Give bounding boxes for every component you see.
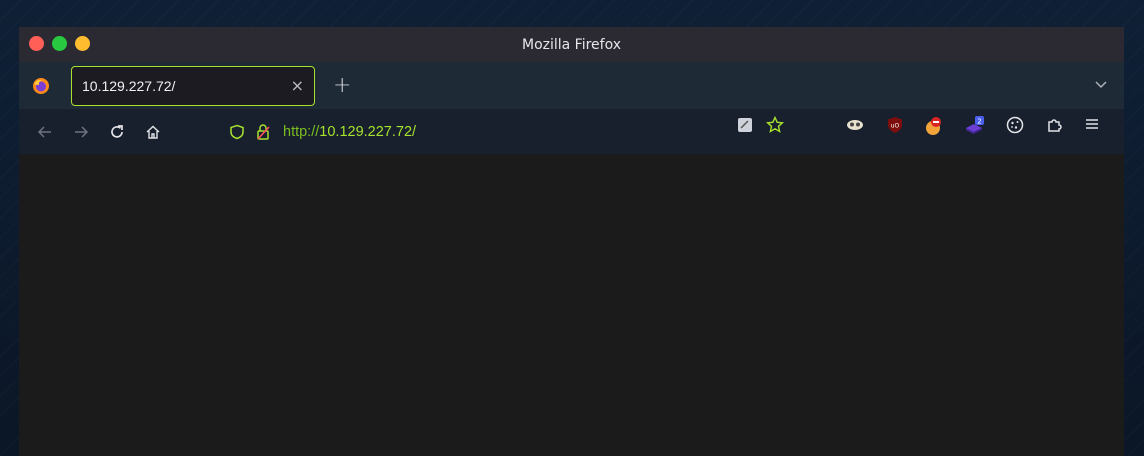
extension-badge-count: 2 xyxy=(977,118,981,126)
close-icon[interactable]: × xyxy=(291,76,304,95)
url-host: 10.129.227.72/ xyxy=(319,123,417,140)
url-scheme: http:// xyxy=(283,123,320,140)
bookmark-star-icon[interactable] xyxy=(765,115,785,135)
no-script-icon[interactable] xyxy=(922,115,944,137)
chevron-down-icon[interactable] xyxy=(1094,77,1108,91)
home-icon[interactable] xyxy=(137,116,169,148)
cookie-icon[interactable] xyxy=(1005,115,1025,135)
back-arrow-icon[interactable] xyxy=(29,116,61,148)
extension-mask-icon[interactable] xyxy=(845,115,865,135)
tab-active[interactable]: 10.129.227.72/ × xyxy=(71,65,315,106)
nav-bar: http://10.129.227.72/ uO 2 xyxy=(19,109,1124,154)
reload-icon[interactable] xyxy=(101,116,133,148)
extensions-icon[interactable] xyxy=(1045,115,1065,135)
tab-bar: 10.129.227.72/ × + xyxy=(19,62,1124,109)
svg-text:uO: uO xyxy=(891,123,900,130)
forward-arrow-icon[interactable] xyxy=(65,116,97,148)
reader-mode-icon[interactable] xyxy=(735,115,755,135)
lock-icon[interactable] xyxy=(255,123,273,141)
shield-icon[interactable] xyxy=(229,124,245,140)
plus-icon[interactable]: + xyxy=(333,73,351,98)
close-window-button[interactable] xyxy=(29,36,44,51)
url-text[interactable]: http://10.129.227.72/ xyxy=(283,124,416,140)
page-content xyxy=(19,154,1124,456)
maximize-window-button[interactable] xyxy=(52,36,67,51)
extension-badge-icon[interactable]: 2 xyxy=(962,115,986,137)
minimize-window-button[interactable] xyxy=(75,36,90,51)
title-bar: Mozilla Firefox xyxy=(19,27,1124,62)
browser-window: Mozilla Firefox 10.129.227.72/ × + http:… xyxy=(19,27,1124,456)
url-bar[interactable]: http://10.129.227.72/ xyxy=(229,109,416,154)
hamburger-menu-icon[interactable] xyxy=(1083,115,1101,133)
window-title: Mozilla Firefox xyxy=(521,36,622,53)
firefox-logo-icon[interactable] xyxy=(19,77,63,95)
ublock-icon[interactable]: uO xyxy=(885,115,905,135)
window-controls xyxy=(29,36,90,51)
tab-title: 10.129.227.72/ xyxy=(82,77,176,94)
